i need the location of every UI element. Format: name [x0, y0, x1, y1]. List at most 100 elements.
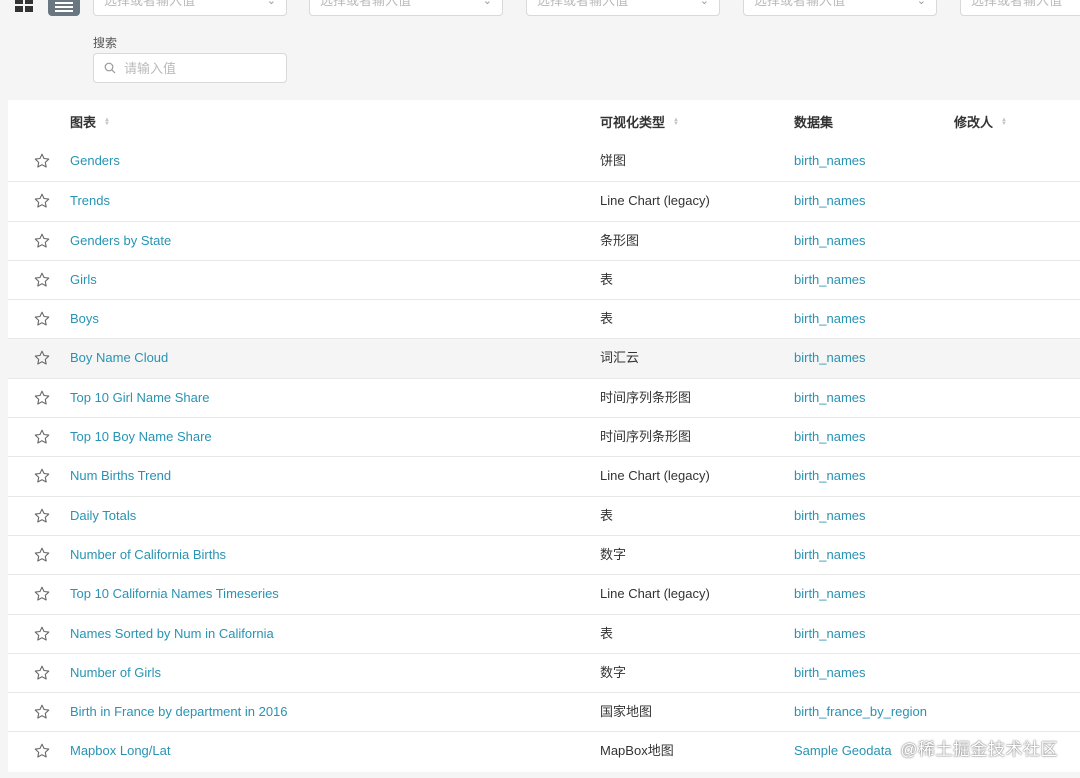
header-modified-by[interactable]: 修改人 ▲ ▼: [954, 112, 1007, 131]
search-icon: [104, 62, 116, 74]
viz-type-text: 时间序列条形图: [600, 429, 692, 445]
chevron-down-icon: ⌄: [266, 0, 276, 7]
table-row: Daily Totals 表 birth_names: [8, 495, 1080, 535]
table-header: 图表 ▲ ▼ 可视化类型 ▲ ▼ 数据集 修改人 ▲ ▼: [8, 100, 1080, 142]
chart-name-link[interactable]: Number of Girls: [70, 654, 161, 692]
charts-table: 图表 ▲ ▼ 可视化类型 ▲ ▼ 数据集 修改人 ▲ ▼ Genders 饼图 birth…: [8, 100, 1080, 772]
viz-type-text: 时间序列条形图: [600, 389, 692, 405]
chart-name-link[interactable]: Top 10 California Names Timeseries: [70, 575, 279, 613]
chart-name-link[interactable]: Girls: [70, 261, 97, 299]
chart-name-link[interactable]: Number of California Births: [70, 536, 226, 574]
list-view-button[interactable]: [48, 0, 80, 16]
dataset-link[interactable]: birth_names: [794, 615, 866, 653]
chart-name-link[interactable]: Num Births Trend: [70, 457, 171, 495]
favorite-star-icon[interactable]: [34, 379, 50, 417]
header-name[interactable]: 图表 ▲ ▼: [70, 112, 110, 131]
header-viz-type[interactable]: 可视化类型 ▲ ▼: [600, 112, 679, 131]
list-icon: [55, 2, 73, 12]
dataset-link[interactable]: Sample Geodata: [794, 732, 892, 770]
favorite-star-icon[interactable]: [34, 575, 50, 613]
chart-name-link[interactable]: Daily Totals: [70, 497, 136, 535]
dataset-link[interactable]: birth_names: [794, 457, 866, 495]
dataset-link[interactable]: birth_names: [794, 418, 866, 456]
favorite-star-icon[interactable]: [34, 418, 50, 456]
viz-type-text: 数字: [600, 546, 627, 562]
favorite-star-icon[interactable]: [34, 222, 50, 260]
header-name-label: 图表: [70, 115, 97, 130]
dataset-link[interactable]: birth_names: [794, 300, 866, 338]
filter-placeholder: 选择或者输入值: [971, 0, 1063, 8]
favorite-star-icon[interactable]: [34, 142, 50, 180]
favorite-star-icon[interactable]: [34, 497, 50, 535]
chart-name-link[interactable]: Top 10 Girl Name Share: [70, 379, 209, 417]
chart-name-link[interactable]: Mapbox Long/Lat: [70, 732, 170, 770]
table-row: Names Sorted by Num in California 表 birth_…: [8, 613, 1080, 653]
viz-type-text: 表: [600, 271, 614, 287]
card-view-button[interactable]: [8, 0, 40, 16]
favorite-star-icon[interactable]: [34, 536, 50, 574]
viz-type-text: Line Chart (legacy): [600, 586, 710, 602]
chart-name-link[interactable]: Genders by State: [70, 222, 171, 260]
filter-select-1[interactable]: 选择或者输入值 ⌄: [93, 0, 287, 16]
viz-type-text: 表: [600, 507, 614, 523]
table-row: Trends Line Chart (legacy) birth_names: [8, 181, 1080, 220]
dataset-link[interactable]: birth_names: [794, 379, 866, 417]
dataset-link[interactable]: birth_france_by_region: [794, 693, 927, 731]
chart-name-link[interactable]: Boys: [70, 300, 99, 338]
viz-type-text: 饼图: [600, 153, 627, 168]
grid-icon: [15, 0, 33, 12]
header-viz-type-label: 可视化类型: [600, 115, 666, 130]
header-dataset: 数据集: [794, 112, 833, 131]
table-body: Genders 饼图 birth_names Trends Line Chart (le…: [8, 142, 1080, 771]
favorite-star-icon[interactable]: [34, 654, 50, 692]
dataset-link[interactable]: birth_names: [794, 142, 866, 180]
filter-select-3[interactable]: 选择或者输入值 ⌄: [526, 0, 720, 16]
dataset-link[interactable]: birth_names: [794, 575, 866, 613]
viz-type-text: 条形图: [600, 232, 640, 248]
viz-type-text: Line Chart (legacy): [600, 193, 710, 209]
chart-name-link[interactable]: Trends: [70, 182, 110, 220]
favorite-star-icon[interactable]: [34, 732, 50, 770]
chart-name-link[interactable]: Names Sorted by Num in California: [70, 615, 274, 653]
chevron-down-icon: ⌄: [482, 0, 492, 7]
viz-type-text: 表: [600, 625, 614, 641]
dataset-link[interactable]: birth_names: [794, 182, 866, 220]
favorite-star-icon[interactable]: [34, 300, 50, 338]
sort-icon: ▲ ▼: [104, 116, 110, 127]
filter-select-2[interactable]: 选择或者输入值 ⌄: [309, 0, 503, 16]
search-input[interactable]: [122, 59, 276, 77]
chart-name-link[interactable]: Birth in France by department in 2016: [70, 693, 288, 731]
chevron-down-icon: ⌄: [699, 0, 709, 7]
favorite-star-icon[interactable]: [34, 339, 50, 377]
sort-icon: ▲ ▼: [1001, 116, 1007, 127]
favorite-star-icon[interactable]: [34, 457, 50, 495]
dataset-link[interactable]: birth_names: [794, 339, 866, 377]
table-row: Top 10 California Names Timeseries Line C…: [8, 574, 1080, 613]
filter-placeholder: 选择或者输入值: [320, 0, 412, 8]
search-label: 搜索: [93, 36, 118, 50]
search-box[interactable]: [93, 53, 287, 83]
table-row: Top 10 Girl Name Share 时间序列条形图 birth_names: [8, 377, 1080, 417]
favorite-star-icon[interactable]: [34, 693, 50, 731]
chart-name-link[interactable]: Top 10 Boy Name Share: [70, 418, 212, 456]
view-toggle: [8, 0, 80, 16]
chart-name-link[interactable]: Boy Name Cloud: [70, 339, 168, 377]
filter-placeholder: 选择或者输入值: [537, 0, 629, 8]
chart-name-link[interactable]: Genders: [70, 142, 120, 180]
table-row: Boys 表 birth_names: [8, 299, 1080, 338]
dataset-link[interactable]: birth_names: [794, 497, 866, 535]
favorite-star-icon[interactable]: [34, 261, 50, 299]
dataset-link[interactable]: birth_names: [794, 261, 866, 299]
viz-type-text: 词汇云: [600, 350, 640, 366]
viz-type-text: 数字: [600, 664, 627, 680]
filter-select-5[interactable]: 选择或者输入值: [960, 0, 1080, 16]
chevron-down-icon: ⌄: [916, 0, 926, 7]
table-row: Birth in France by department in 2016 国家地…: [8, 692, 1080, 731]
dataset-link[interactable]: birth_names: [794, 654, 866, 692]
dataset-link[interactable]: birth_names: [794, 536, 866, 574]
header-dataset-label: 数据集: [794, 115, 834, 130]
filter-select-4[interactable]: 选择或者输入值 ⌄: [743, 0, 937, 16]
dataset-link[interactable]: birth_names: [794, 222, 866, 260]
favorite-star-icon[interactable]: [34, 182, 50, 220]
favorite-star-icon[interactable]: [34, 615, 50, 653]
